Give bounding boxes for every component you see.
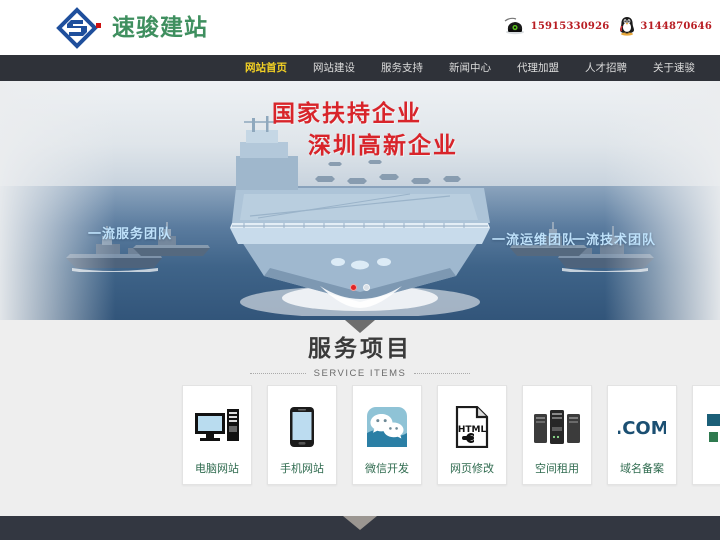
service-card-wechat-dev[interactable]: 微信开发 (352, 385, 422, 485)
services-section: 服务项目 SERVICE ITEMS 电脑网站 手机网站 微信开发 HTML 网… (0, 320, 720, 518)
desktop-computer-icon (193, 404, 241, 450)
footer-bar (0, 516, 720, 540)
services-subtitle: SERVICE ITEMS (313, 368, 407, 379)
scroll-down-arrow-icon[interactable] (343, 516, 377, 530)
logo-text: 速骏建站 (112, 15, 208, 41)
nav-item-agency[interactable]: 代理加盟 (504, 55, 572, 81)
partial-card-icon (703, 404, 720, 450)
phone-number: 15915330926 (530, 20, 610, 32)
suju-diamond-logo-icon (56, 7, 101, 49)
site-logo[interactable]: 速骏建站 (56, 7, 208, 49)
service-cards: 电脑网站 手机网站 微信开发 HTML 网页修改 空间租用 .COM 域名备案 (182, 385, 720, 485)
service-card-page-edit[interactable]: HTML 网页修改 (437, 385, 507, 485)
carousel-dot-1[interactable] (350, 284, 357, 291)
svg-text:.COM: .COM (618, 418, 666, 439)
logo-red-dot (96, 23, 101, 28)
subtitle-dash-right (414, 373, 471, 374)
qq-number: 3144870646 (640, 20, 712, 32)
nav-item-news[interactable]: 新闻中心 (436, 55, 504, 81)
qq-penguin-icon (619, 16, 635, 36)
server-rack-icon (533, 404, 581, 450)
nav-item-home[interactable]: 网站首页 (232, 55, 300, 81)
dot-com-icon: .COM (618, 404, 666, 450)
carousel-dots (350, 284, 370, 291)
qq-contact[interactable]: 3144870646 (619, 16, 712, 36)
smartphone-icon (278, 404, 326, 450)
banner-tag-technology: 一流技术团队 (572, 233, 657, 248)
service-card-desktop-site[interactable]: 电脑网站 (182, 385, 252, 485)
nav-item-support[interactable]: 服务支持 (368, 55, 436, 81)
service-card-label: 空间租用 (535, 462, 579, 475)
nav-item-jobs[interactable]: 人才招聘 (572, 55, 640, 81)
service-card-hosting[interactable]: 空间租用 (522, 385, 592, 485)
wechat-icon (363, 404, 411, 450)
section-arrow-icon (345, 320, 375, 333)
services-subtitle-row: SERVICE ITEMS (0, 368, 720, 379)
service-card-label: 电脑网站 (195, 462, 239, 475)
service-card-partial[interactable] (692, 385, 720, 485)
service-card-domain-filing[interactable]: .COM 域名备案 (607, 385, 677, 485)
header-contacts: 15915330926 3144870646 (504, 16, 712, 36)
nav-item-webdev[interactable]: 网站建设 (300, 55, 368, 81)
html-file-wrench-icon: HTML (448, 404, 496, 450)
subtitle-dash-left (249, 373, 306, 374)
banner-tag-service: 一流服务团队 (88, 227, 173, 242)
nav-item-about[interactable]: 关于速骏 (640, 55, 708, 81)
main-navigation: 网站首页 网站建设 服务支持 新闻中心 代理加盟 人才招聘 关于速骏 (0, 55, 720, 81)
hero-banner-carousel[interactable]: 国家扶持企业 深圳高新企业 一流服务团队 一流运维团队 一流技术团队 (0, 81, 720, 320)
service-card-label: 微信开发 (365, 462, 409, 475)
phone-contact: 15915330926 (504, 17, 610, 35)
telephone-icon (504, 17, 526, 35)
service-card-label: 域名备案 (620, 462, 664, 475)
banner-tag-operations: 一流运维团队 (492, 233, 577, 248)
services-heading: 服务项目 SERVICE ITEMS (0, 335, 720, 379)
page-root: 速骏建站 15915330926 3144870646 网站首页 网站建设 服务… (0, 0, 720, 540)
site-header: 速骏建站 15915330926 3144870646 (0, 0, 720, 55)
services-title: 服务项目 (308, 336, 412, 362)
service-card-label: 手机网站 (280, 462, 324, 475)
service-card-mobile-site[interactable]: 手机网站 (267, 385, 337, 485)
service-card-label: 网页修改 (450, 462, 494, 475)
carousel-dot-2[interactable] (363, 284, 370, 291)
